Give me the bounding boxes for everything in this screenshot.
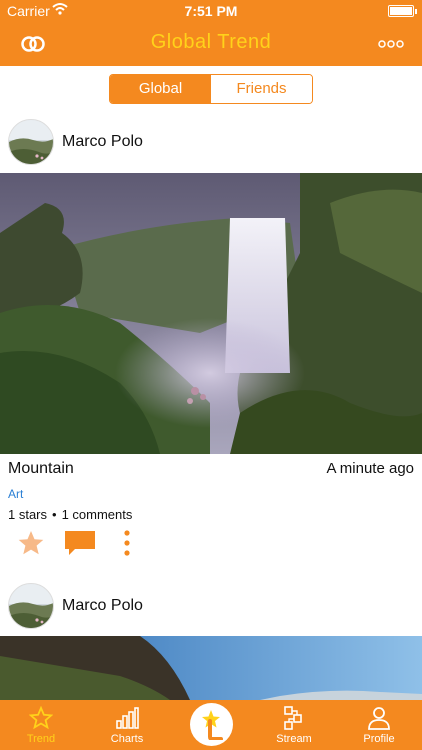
comment-icon[interactable] — [63, 529, 97, 557]
page-title: Global Trend — [150, 31, 272, 53]
feed-segmented-control: Global Friends — [109, 74, 313, 104]
post-stats: 1 stars • 1 comments — [8, 507, 132, 522]
segment-friends[interactable]: Friends — [211, 75, 312, 103]
star-icon[interactable] — [17, 529, 45, 557]
post-title[interactable]: Mountain — [8, 460, 74, 478]
post-author[interactable]: Marco Polo — [8, 583, 143, 629]
center-action-button[interactable] — [190, 703, 233, 746]
star-icon — [29, 706, 53, 730]
tab-profile[interactable]: Profile — [344, 700, 414, 750]
center-logo-icon — [202, 710, 223, 740]
navigation-bar: Global Trend — [0, 22, 422, 66]
tab-label: Stream — [276, 733, 312, 745]
tab-label: Charts — [110, 733, 144, 745]
separator-dot: • — [52, 507, 57, 522]
author-name[interactable]: Marco Polo — [62, 133, 143, 151]
bar-chart-icon — [116, 707, 139, 729]
stream-icon — [284, 706, 302, 730]
segment-global[interactable]: Global — [110, 75, 211, 103]
post-photo[interactable] — [0, 636, 422, 700]
avatar[interactable] — [8, 583, 54, 629]
status-bar: Carrier 7:51 PM — [0, 0, 422, 22]
stars-count: 1 stars — [8, 507, 48, 522]
tab-label: Trend — [26, 733, 56, 745]
post-actions — [0, 526, 422, 560]
comments-count: 1 comments — [61, 507, 133, 522]
avatar[interactable] — [8, 119, 54, 165]
author-name[interactable]: Marco Polo — [62, 597, 143, 615]
clock: 7:51 PM — [184, 3, 238, 19]
tab-label: Profile — [363, 733, 395, 745]
person-icon — [368, 707, 390, 730]
post-author[interactable]: Marco Polo — [8, 119, 143, 165]
tab-trend[interactable]: Trend — [6, 700, 76, 750]
more-options-icon[interactable] — [121, 528, 133, 558]
post-photo[interactable] — [0, 173, 422, 454]
post-tag-link[interactable]: Art — [8, 487, 23, 501]
tab-stream[interactable]: Stream — [259, 700, 329, 750]
more-dots-icon[interactable] — [378, 36, 404, 52]
battery-icon — [388, 5, 417, 17]
post-time: A minute ago — [326, 460, 414, 477]
tab-charts[interactable]: Charts — [92, 700, 162, 750]
